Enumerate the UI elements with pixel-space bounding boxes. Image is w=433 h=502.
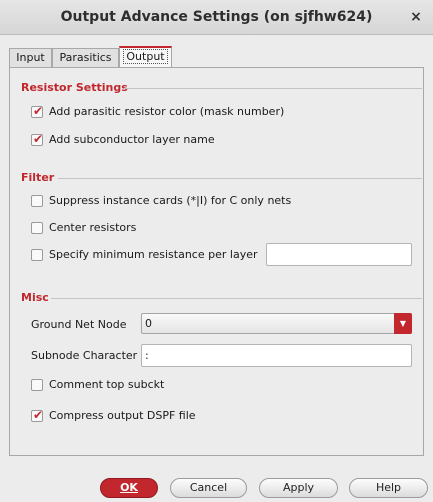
close-icon[interactable]: × <box>407 8 425 26</box>
ok-button[interactable]: OK <box>100 478 158 498</box>
help-button-label: Help <box>375 481 402 494</box>
tab-parasitics[interactable]: Parasitics <box>52 48 119 67</box>
ground-net-node-value: 0 <box>145 317 152 330</box>
ground-net-node-label: Ground Net Node <box>31 318 127 331</box>
apply-button-label: Apply <box>282 481 315 494</box>
checkbox-label: Suppress instance cards (*|I) for C only… <box>49 194 292 207</box>
checkbox-box[interactable]: ✔ <box>31 132 44 146</box>
tab-output-label: Output <box>123 49 168 64</box>
filter-divider <box>58 178 422 179</box>
checkmark-icon: ✔ <box>33 132 44 146</box>
checkbox-box[interactable] <box>31 249 43 261</box>
filter-title: Filter <box>21 171 55 184</box>
checkbox-box[interactable] <box>31 379 43 391</box>
resistor-settings-divider <box>124 88 422 89</box>
checkbox-label: Add subconductor layer name <box>49 133 215 146</box>
checkbox-box[interactable]: ✔ <box>31 408 44 422</box>
min-resistance-input[interactable] <box>266 243 412 266</box>
checkbox-label: Center resistors <box>49 221 137 234</box>
checkbox-box[interactable]: ✔ <box>31 104 44 118</box>
checkmark-icon: ✔ <box>33 104 44 118</box>
title-bar: Output Advance Settings (on sjfhw624) × <box>0 0 433 35</box>
checkbox-label: Specify minimum resistance per layer <box>49 248 258 261</box>
subnode-character-input[interactable]: : <box>141 344 412 367</box>
help-button[interactable]: Help <box>349 478 428 498</box>
checkbox-label: Add parasitic resistor color (mask numbe… <box>49 105 285 118</box>
checkbox-label: Comment top subckt <box>49 378 165 391</box>
checkbox-box[interactable] <box>31 195 43 207</box>
misc-title: Misc <box>21 291 49 304</box>
tab-parasitics-label: Parasitics <box>59 51 112 64</box>
ground-net-node-select[interactable]: 0 ▼ <box>141 313 412 334</box>
cancel-button[interactable]: Cancel <box>170 478 247 498</box>
cancel-button-label: Cancel <box>189 481 228 494</box>
resistor-settings-title: Resistor Settings <box>21 81 128 94</box>
apply-button[interactable]: Apply <box>259 478 338 498</box>
window-title: Output Advance Settings (on sjfhw624) <box>60 9 373 25</box>
misc-divider <box>51 298 422 299</box>
chevron-down-icon[interactable]: ▼ <box>394 313 412 334</box>
tab-input[interactable]: Input <box>9 48 52 67</box>
checkbox-box[interactable] <box>31 222 43 234</box>
checkbox-label: Compress output DSPF file <box>49 409 196 422</box>
tab-output[interactable]: Output <box>119 46 172 67</box>
ok-button-label: OK <box>120 481 138 494</box>
checkmark-icon: ✔ <box>33 408 44 422</box>
tab-input-label: Input <box>16 51 45 64</box>
subnode-character-label: Subnode Character <box>31 349 138 362</box>
